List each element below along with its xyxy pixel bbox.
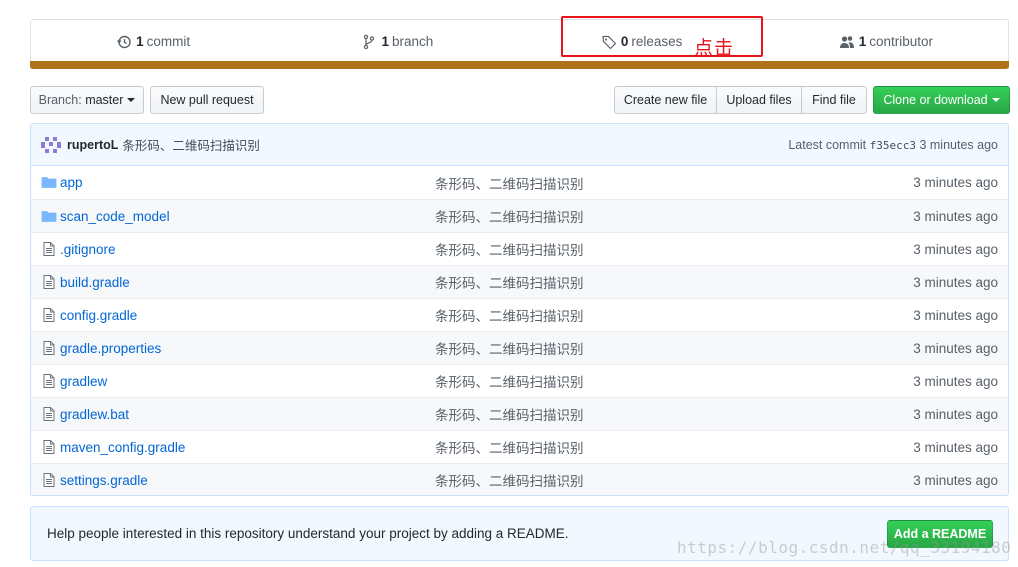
file-commit-age: 3 minutes ago bbox=[913, 208, 998, 224]
file-commit-message[interactable]: 条形码、二维码扫描识别 bbox=[435, 338, 584, 358]
people-icon bbox=[839, 34, 855, 50]
commit-age: 3 minutes ago bbox=[919, 137, 998, 152]
branches-count: 1 bbox=[381, 34, 389, 49]
file-commit-message[interactable]: 条形码、二维码扫描识别 bbox=[435, 305, 584, 325]
table-row: gradlew.bat 条形码、二维码扫描识别 3 minutes ago bbox=[31, 397, 1008, 430]
file-icon bbox=[41, 307, 57, 323]
table-row: settings.gradle 条形码、二维码扫描识别 3 minutes ago bbox=[31, 463, 1008, 495]
file-icon bbox=[41, 241, 57, 257]
table-row: build.gradle 条形码、二维码扫描识别 3 minutes ago bbox=[31, 265, 1008, 298]
file-commit-age: 3 minutes ago bbox=[913, 340, 998, 356]
folder-icon bbox=[41, 174, 57, 190]
find-file-button[interactable]: Find file bbox=[801, 86, 867, 114]
commit-sha[interactable]: f35ecc3 bbox=[870, 139, 916, 152]
table-row: gradlew 条形码、二维码扫描识别 3 minutes ago bbox=[31, 364, 1008, 397]
file-icon bbox=[41, 472, 57, 488]
commit-tease: rupertoL 条形码、二维码扫描识别 Latest commit f35ec… bbox=[31, 124, 1008, 166]
file-name-link[interactable]: app bbox=[60, 175, 83, 190]
branch-select-button[interactable]: Branch: master bbox=[30, 86, 144, 114]
file-icon bbox=[41, 406, 57, 422]
branch-prefix: Branch: bbox=[38, 93, 82, 107]
file-name-link[interactable]: .gitignore bbox=[60, 242, 116, 257]
chevron-down-icon bbox=[127, 98, 136, 102]
file-icon bbox=[41, 340, 57, 356]
file-commit-age: 3 minutes ago bbox=[913, 406, 998, 422]
readme-prompt-text: Help people interested in this repositor… bbox=[47, 526, 569, 541]
file-commit-message[interactable]: 条形码、二维码扫描识别 bbox=[435, 272, 584, 292]
file-commit-age: 3 minutes ago bbox=[913, 439, 998, 455]
latest-commit-info: Latest commit f35ecc3 3 minutes ago bbox=[788, 138, 998, 152]
file-name-link[interactable]: build.gradle bbox=[60, 275, 130, 290]
table-row: .gitignore 条形码、二维码扫描识别 3 minutes ago bbox=[31, 232, 1008, 265]
annotation-label: 点击 bbox=[694, 37, 735, 59]
commits-count: 1 bbox=[136, 34, 144, 49]
branch-name: master bbox=[85, 93, 124, 107]
table-row: gradle.properties 条形码、二维码扫描识别 3 minutes ag… bbox=[31, 331, 1008, 364]
file-commit-age: 3 minutes ago bbox=[913, 274, 998, 290]
file-commit-age: 3 minutes ago bbox=[913, 241, 998, 257]
file-list: app 条形码、二维码扫描识别 3 minutes ago scan_code_mod… bbox=[31, 166, 1008, 495]
create-new-file-button[interactable]: Create new file bbox=[614, 86, 717, 114]
commits-label: commit bbox=[146, 34, 191, 49]
clone-or-download-label: Clone or download bbox=[883, 93, 988, 107]
file-commit-message[interactable]: 条形码、二维码扫描识别 bbox=[435, 206, 584, 226]
avatar[interactable] bbox=[41, 134, 61, 155]
git-branch-icon bbox=[361, 34, 377, 50]
table-row: maven_config.gradle 条形码、二维码扫描识别 3 minutes … bbox=[31, 430, 1008, 463]
file-name-link[interactable]: scan_code_model bbox=[60, 209, 170, 224]
add-readme-button[interactable]: Add a README bbox=[887, 520, 993, 548]
contributors-count: 1 bbox=[858, 34, 867, 49]
file-icon bbox=[41, 274, 57, 290]
branches-label: branch bbox=[391, 34, 434, 49]
file-navigation-table: rupertoL 条形码、二维码扫描识别 Latest commit f35ec… bbox=[30, 123, 1009, 496]
commit-message[interactable]: 条形码、二维码扫描识别 bbox=[122, 135, 260, 154]
file-commit-message[interactable]: 条形码、二维码扫描识别 bbox=[435, 437, 584, 457]
file-name-link[interactable]: gradle.properties bbox=[60, 341, 161, 356]
folder-icon bbox=[41, 208, 57, 224]
readme-prompt: Help people interested in this repositor… bbox=[30, 506, 1009, 561]
chevron-down-icon bbox=[991, 98, 1000, 102]
file-name-link[interactable]: config.gradle bbox=[60, 308, 137, 323]
upload-files-button[interactable]: Upload files bbox=[716, 86, 802, 114]
file-name-link[interactable]: maven_config.gradle bbox=[60, 440, 185, 455]
table-row: config.gradle 条形码、二维码扫描识别 3 minutes ago bbox=[31, 298, 1008, 331]
file-commit-age: 3 minutes ago bbox=[913, 175, 998, 190]
repository-language-bar[interactable] bbox=[30, 61, 1009, 69]
releases-label: releases bbox=[631, 34, 683, 49]
file-commit-age: 3 minutes ago bbox=[913, 373, 998, 389]
tag-icon bbox=[601, 34, 617, 50]
file-commit-message[interactable]: 条形码、二维码扫描识别 bbox=[435, 239, 584, 259]
file-icon bbox=[41, 373, 57, 389]
file-commit-age: 3 minutes ago bbox=[913, 307, 998, 323]
contributors-label: contributor bbox=[869, 34, 934, 49]
releases-count: 0 bbox=[620, 34, 629, 49]
file-name-link[interactable]: gradlew bbox=[60, 374, 107, 389]
clone-or-download-button[interactable]: Clone or download bbox=[873, 86, 1010, 114]
file-commit-message[interactable]: 条形码、二维码扫描识别 bbox=[435, 371, 584, 391]
history-icon bbox=[116, 34, 132, 50]
file-commit-message[interactable]: 条形码、二维码扫描识别 bbox=[435, 173, 584, 193]
file-name-link[interactable]: gradlew.bat bbox=[60, 407, 129, 422]
new-pull-request-button[interactable]: New pull request bbox=[150, 86, 264, 114]
file-name-link[interactable]: settings.gradle bbox=[60, 473, 148, 488]
file-commit-message[interactable]: 条形码、二维码扫描识别 bbox=[435, 470, 584, 490]
file-icon bbox=[41, 439, 57, 455]
table-row: scan_code_model 条形码、二维码扫描识别 3 minutes ago bbox=[31, 199, 1008, 232]
table-row: app 条形码、二维码扫描识别 3 minutes ago bbox=[31, 166, 1008, 199]
latest-commit-label: Latest commit bbox=[788, 137, 867, 152]
file-commit-age: 3 minutes ago bbox=[913, 472, 998, 488]
file-commit-message[interactable]: 条形码、二维码扫描识别 bbox=[435, 404, 584, 424]
commit-author[interactable]: rupertoL bbox=[67, 138, 118, 152]
